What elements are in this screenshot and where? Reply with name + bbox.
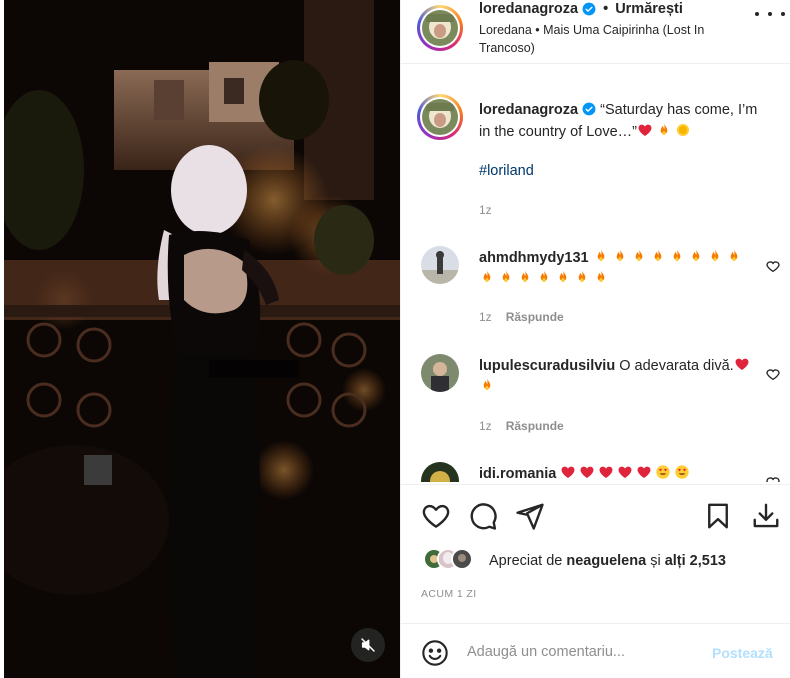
comment-like-heart-icon[interactable] [765,366,781,382]
heart-emoji-icon [637,466,651,478]
heart-eyes-emoji-icon [675,465,690,479]
comment-like-heart-icon[interactable] [765,474,781,482]
fire-emoji-icon [483,378,491,390]
reply-button[interactable]: Răspunde [506,419,564,433]
comment-meta: 1z Răspunde [479,310,564,324]
author-username[interactable]: loredanagroza [479,1,578,17]
fire-emoji-icon [711,249,718,261]
caption-author-avatar[interactable] [417,94,463,140]
verified-badge-icon [582,2,596,16]
more-horizontal-icon[interactable] [755,4,785,24]
commenter-avatar[interactable] [421,246,459,284]
fire-emoji-icon [730,249,737,261]
liker-avatar [451,548,473,570]
download-icon[interactable] [751,501,781,531]
comment-username[interactable]: lupulescuradusilviu [479,358,615,374]
heart-emoji-icon [580,466,594,478]
commenter-avatar[interactable] [421,354,459,392]
smiley-icon[interactable] [421,639,449,667]
caption-time: 1z [479,203,492,217]
liked-by-others[interactable]: alți 2,513 [665,553,726,569]
caption-username[interactable]: loredanagroza [479,102,578,118]
following-button[interactable]: Urmărești [615,1,683,17]
comment-text: idi.romania [479,464,759,482]
post-actions: Apreciat de neaguelena și alți 2,513 ACU… [401,484,790,678]
add-comment-bar: Postează [401,623,790,678]
heart-outline-icon[interactable] [421,501,451,531]
post-video[interactable] [4,0,400,678]
fire-emoji-icon [597,249,604,261]
author-avatar[interactable] [417,5,463,51]
post-sidebar: loredanagroza • Urmărești Loredana • Mai… [400,0,790,678]
verified-badge-icon [582,102,596,116]
heart-emoji-icon [735,358,749,370]
fire-emoji-icon [616,249,623,261]
fire-emoji-icon [559,270,567,282]
comment-username[interactable]: ahmdhmydy131 [479,250,589,266]
comment-time: 1z [479,419,492,433]
commenter-avatar[interactable] [421,462,459,482]
fire-emoji-icon [502,270,510,282]
reply-button[interactable]: Răspunde [506,310,564,324]
heart-eyes-emoji-icon [656,465,671,479]
audio-label[interactable]: Loredana • Mais Uma Caipirinha (Lost In … [479,21,739,57]
fire-emoji-icon [578,270,586,282]
heart-emoji-icon [599,466,613,478]
post-date[interactable]: ACUM 1 ZI [421,588,477,600]
fire-emoji-icon [673,249,680,261]
liked-by-avatars[interactable] [423,548,473,570]
heart-emoji-icon [638,124,652,136]
comment-text: ahmdhmydy131 [479,248,759,290]
post-header: loredanagroza • Urmărești Loredana • Mai… [401,0,790,64]
caption-emojis [637,123,694,140]
comment-bubble-icon[interactable] [468,501,498,531]
speaker-muted-icon [361,638,375,652]
bookmark-icon[interactable] [703,501,733,531]
comment-input[interactable] [467,638,697,666]
mute-button[interactable] [351,628,385,662]
likes-summary: Apreciat de neaguelena și alți 2,513 [489,553,726,569]
comment-emojis [560,465,693,482]
comment-text: lupulescuradusilviu O adevarata divă. [479,356,759,398]
fire-emoji-icon [654,249,661,261]
comment-time: 1z [479,310,492,324]
fire-emoji-icon [483,270,491,282]
header-separator: • [603,1,609,17]
comment-username[interactable]: idi.romania [479,466,556,482]
heart-emoji-icon [618,466,632,478]
post-comment-button[interactable]: Postează [712,645,773,661]
fire-emoji-icon [521,270,529,282]
fire-emoji-icon [660,123,668,135]
fire-emoji-icon [540,270,548,282]
comment-meta: 1z Răspunde [479,419,564,433]
header-user-row: loredanagroza • Urmărești [479,1,683,17]
video-frame-image [4,0,400,678]
paper-plane-icon[interactable] [515,501,545,531]
liked-by-user[interactable]: neaguelena [566,553,646,569]
caption-text-block: loredanagroza “Saturday has come, I’m in… [479,99,769,143]
heart-emoji-icon [561,466,575,478]
comments-list[interactable]: loredanagroza “Saturday has come, I’m in… [401,84,790,482]
fire-emoji-icon [635,249,642,261]
fire-emoji-icon [692,249,699,261]
sun-emoji-icon [676,124,689,136]
fire-emoji-icon [597,270,605,282]
caption-hashtag[interactable]: #loriland [479,163,534,179]
comment-like-heart-icon[interactable] [765,258,781,274]
